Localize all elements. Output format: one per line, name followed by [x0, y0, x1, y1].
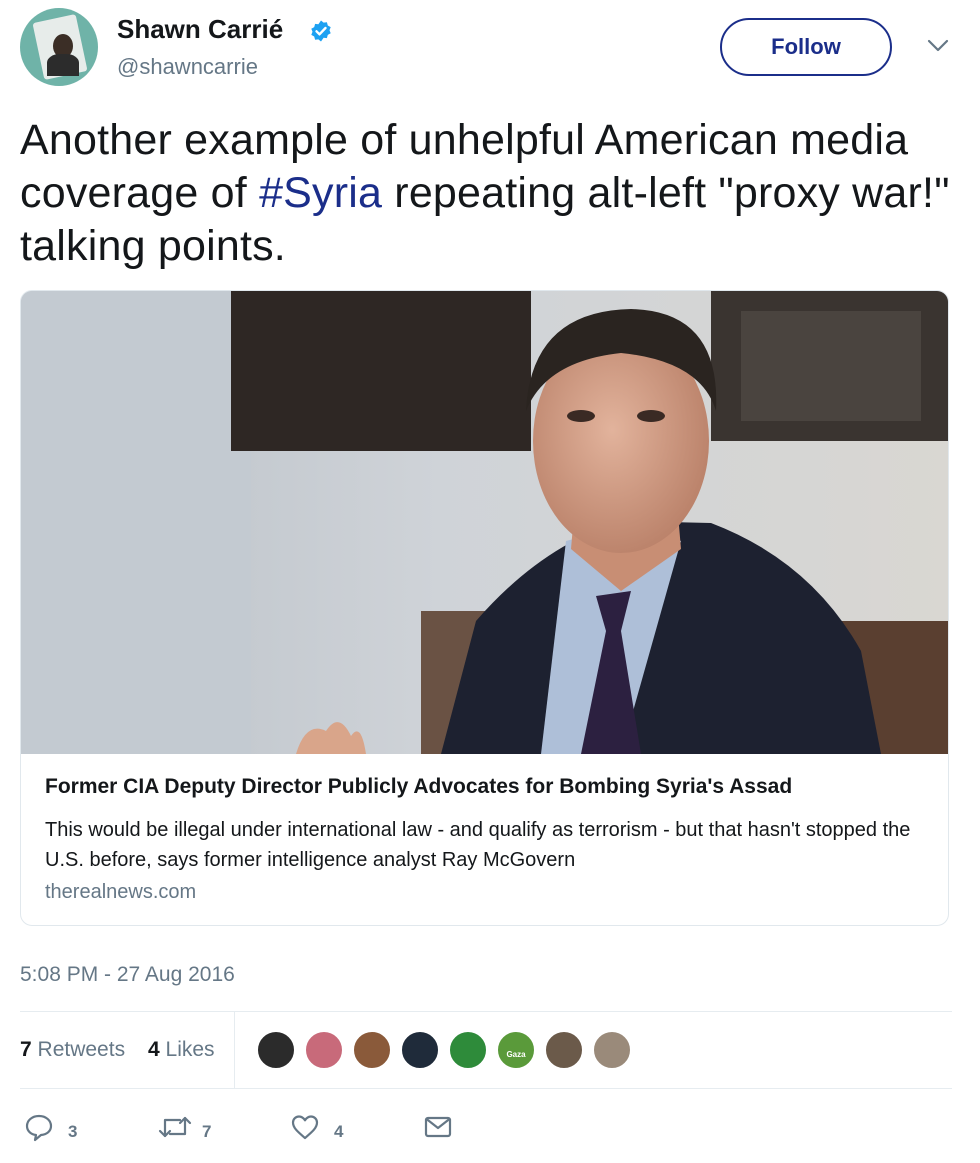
divider-bottom [20, 1088, 952, 1089]
card-title[interactable]: Former CIA Deputy Director Publicly Advo… [45, 775, 792, 799]
reply-count: 3 [68, 1122, 78, 1141]
verified-badge-icon [311, 20, 331, 42]
tweet-text: Another example of unhelpful American me… [20, 114, 960, 273]
retweet-icon [158, 1116, 192, 1138]
liker-avatar-8[interactable] [592, 1030, 632, 1070]
stats-divider [234, 1012, 235, 1088]
author-avatar[interactable] [20, 8, 98, 86]
liker-avatar-label: Gaza [506, 1050, 526, 1059]
card-image [21, 291, 948, 754]
retweets-stat[interactable]: 7 Retweets [20, 1038, 125, 1062]
hashtag-link[interactable]: #Syria [259, 169, 382, 217]
likes-count: 4 [148, 1038, 160, 1061]
retweets-label: Retweets [37, 1038, 126, 1061]
liker-avatar-6[interactable]: Gaza [496, 1030, 536, 1070]
follow-button[interactable]: Follow [720, 18, 892, 76]
retweets-count: 7 [20, 1038, 32, 1061]
chevron-down-icon[interactable] [926, 38, 950, 54]
author-name[interactable]: Shawn Carrié [117, 14, 283, 45]
liker-avatar-7[interactable] [544, 1030, 584, 1070]
divider-top [20, 1011, 952, 1012]
envelope-icon [424, 1116, 452, 1138]
heart-icon [291, 1115, 319, 1140]
avatar-body-shape [47, 54, 79, 76]
reply-icon [25, 1114, 53, 1142]
retweet-count: 7 [202, 1122, 212, 1141]
likes-label: Likes [165, 1038, 215, 1061]
liker-avatar-2[interactable] [304, 1030, 344, 1070]
card-description: This would be illegal under internationa… [45, 819, 911, 871]
card-domain[interactable]: therealnews.com [45, 881, 196, 904]
liker-avatar-3[interactable] [352, 1030, 392, 1070]
tweet-timestamp[interactable]: 5:08 PM - 27 Aug 2016 [20, 963, 235, 987]
likes-stat[interactable]: 4 Likes [148, 1038, 215, 1062]
liker-avatar-4[interactable] [400, 1030, 440, 1070]
author-handle[interactable]: @shawncarrie [117, 54, 258, 80]
liker-avatar-5[interactable] [448, 1030, 488, 1070]
link-preview-card[interactable]: Former CIA Deputy Director Publicly Advo… [20, 290, 949, 926]
liker-avatar-1[interactable] [256, 1030, 296, 1070]
like-count: 4 [334, 1122, 344, 1141]
